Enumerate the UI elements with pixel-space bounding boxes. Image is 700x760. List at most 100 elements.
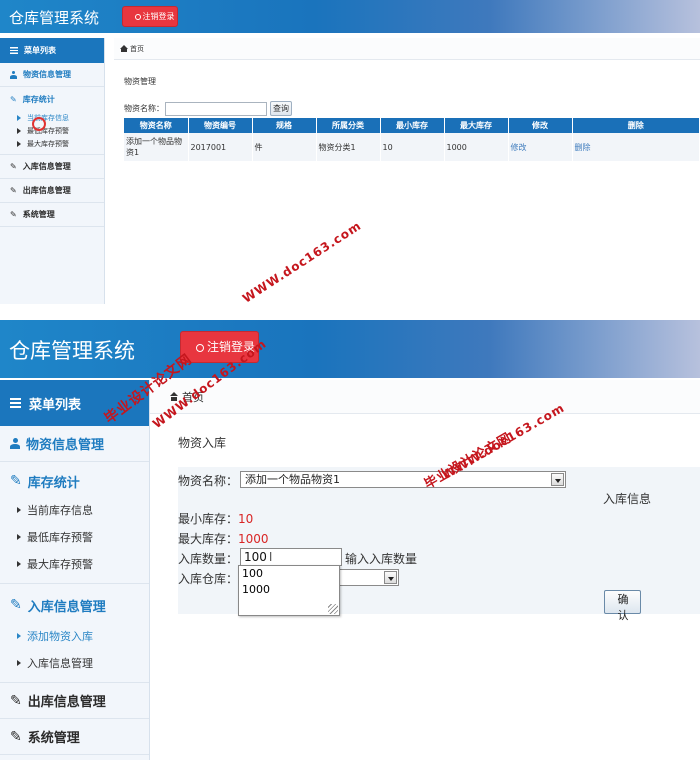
sidebar-item-max-stock-alert[interactable]: 最大库存预警 <box>0 550 149 577</box>
autocomplete-dropdown: 100 1000 <box>238 565 340 616</box>
autocomplete-option[interactable]: 100 <box>239 566 339 582</box>
sidebar-group-inbound: ✎ 入库信息管理 添加物资入库 入库信息管理 <box>0 584 149 683</box>
stock-table: 物资名称 物资编号 规格 所属分类 最小库存 最大库存 修改 删除 添加一个物品… <box>124 118 700 161</box>
col-spec-header: 规格 <box>252 118 317 133</box>
col-delete-header: 删除 <box>572 118 700 133</box>
sidebar-header: 菜单列表 <box>0 38 104 63</box>
sidebar-item-materials[interactable]: 物资信息管理 <box>0 63 104 87</box>
home-icon <box>120 45 128 52</box>
edit-icon: ✎ <box>10 728 22 745</box>
col-category-header: 所属分类 <box>316 118 381 133</box>
table-row: 添加一个物品物资1 2017001 件 物资分类1 10 1000 修改 删除 <box>124 133 700 161</box>
delete-link[interactable]: 删除 <box>572 133 700 161</box>
edit-icon: ✎ <box>10 162 17 171</box>
edit-icon: ✎ <box>10 692 22 709</box>
warehouse-label: 入库仓库： <box>178 572 239 586</box>
sidebar-group-stock: ✎ 库存统计 当前库存信息 最低库存预警 最大库存预警 <box>0 87 104 155</box>
max-stock-value: 1000 <box>238 532 269 546</box>
section-label: 入库信息 <box>603 492 652 506</box>
sidebar-item-inbound[interactable]: ✎ 入库信息管理 <box>0 155 104 179</box>
col-max-header: 最大库存 <box>444 118 509 133</box>
edit-icon: ✎ <box>10 210 17 219</box>
click-indicator <box>32 117 46 131</box>
col-name-header: 物资名称 <box>124 118 189 133</box>
resize-grip-icon[interactable] <box>328 604 338 614</box>
edit-icon: ✎ <box>10 186 17 195</box>
caret-right-icon <box>17 659 21 666</box>
caret-right-icon <box>17 114 21 121</box>
sidebar-item-system[interactable]: ✎ 系统管理 <box>0 203 104 227</box>
user-icon <box>10 70 17 79</box>
breadcrumb: 首页 <box>114 38 700 60</box>
screenshot-stock-list: 仓库管理系统 注销登录 菜单列表 物资信息管理 ✎ 库存统计 当前库存信息 最低库… <box>0 0 700 304</box>
screenshot-divider <box>0 304 700 320</box>
autocomplete-option[interactable]: 1000 <box>239 582 339 598</box>
logout-button[interactable]: 注销登录 <box>122 6 178 27</box>
sidebar-item-outbound[interactable]: ✎ 出库信息管理 <box>0 179 104 203</box>
sidebar-item-materials[interactable]: 物资信息管理 <box>0 426 149 462</box>
list-icon <box>10 398 21 408</box>
max-stock-row: 最大库存：1000 <box>178 532 269 546</box>
top-header: 仓库管理系统 注销登录 <box>0 320 700 378</box>
sidebar-item-inbound-list[interactable]: 入库信息管理 <box>0 649 149 676</box>
cell-spec: 件 <box>252 133 317 161</box>
qty-label: 入库数量： <box>178 552 239 566</box>
top-header: 仓库管理系统 注销登录 <box>0 0 700 33</box>
warehouse-select[interactable] <box>338 569 399 586</box>
list-icon <box>10 47 18 54</box>
cell-name: 添加一个物品物资1 <box>124 133 189 161</box>
chevron-down-icon <box>384 571 397 584</box>
caret-right-icon <box>17 632 21 639</box>
sidebar-item-max-stock-alert[interactable]: 最大库存预警 <box>0 137 104 150</box>
sidebar-item-stock[interactable]: ✎ 库存统计 <box>0 466 149 496</box>
cell-code: 2017001 <box>188 133 253 161</box>
edit-icon: ✎ <box>10 473 22 489</box>
caret-right-icon <box>17 127 21 134</box>
caret-right-icon <box>17 140 21 147</box>
power-icon <box>195 343 204 352</box>
text-cursor-icon: I <box>268 550 273 564</box>
edit-link[interactable]: 修改 <box>508 133 573 161</box>
qty-input[interactable]: 100 I <box>240 548 342 566</box>
sidebar-group-stock: ✎ 库存统计 当前库存信息 最低库存预警 最大库存预警 <box>0 462 149 584</box>
search-label: 物资名称： <box>124 104 164 113</box>
min-stock-value: 10 <box>238 512 254 526</box>
sidebar-item-add-inbound[interactable]: 添加物资入库 <box>0 622 149 649</box>
col-code-header: 物资编号 <box>188 118 253 133</box>
sidebar-item-current-stock[interactable]: 当前库存信息 <box>0 496 149 523</box>
sidebar-item-system[interactable]: ✎ 系统管理 <box>0 719 149 755</box>
app-title: 仓库管理系统 <box>9 9 100 27</box>
search-button[interactable]: 查询 <box>270 101 292 116</box>
page-title: 物资入库 <box>178 436 227 450</box>
confirm-button[interactable]: 确 认 <box>604 590 641 622</box>
chevron-down-icon <box>551 473 564 486</box>
caret-right-icon <box>17 533 21 540</box>
material-select[interactable]: 添加一个物品物资1 <box>240 471 566 488</box>
cell-max: 1000 <box>444 133 509 161</box>
app-title: 仓库管理系统 <box>9 339 135 363</box>
min-stock-row: 最小库存：10 <box>178 512 254 526</box>
caret-right-icon <box>17 560 21 567</box>
sidebar-item-stock[interactable]: ✎ 库存统计 <box>0 87 104 111</box>
sidebar-item-min-stock-alert[interactable]: 最低库存预警 <box>0 124 104 137</box>
sidebar-item-outbound[interactable]: ✎ 出库信息管理 <box>0 683 149 719</box>
page-title: 物资管理 <box>124 77 156 86</box>
sidebar: 菜单列表 物资信息管理 ✎ 库存统计 当前库存信息 最低库存预警 最大库存预警 ✎… <box>0 380 150 760</box>
material-label: 物资名称： <box>178 474 239 488</box>
search-input[interactable] <box>165 101 267 116</box>
edit-icon: ✎ <box>10 94 17 104</box>
cell-min: 10 <box>380 133 445 161</box>
col-min-header: 最小库存 <box>380 118 445 133</box>
col-edit-header: 修改 <box>508 118 573 133</box>
sidebar: 菜单列表 物资信息管理 ✎ 库存统计 当前库存信息 最低库存预警 最大库存预警 ✎… <box>0 38 105 304</box>
sidebar-item-current-stock[interactable]: 当前库存信息 <box>0 111 104 124</box>
edit-icon: ✎ <box>10 597 22 613</box>
cell-category: 物资分类1 <box>316 133 381 161</box>
sidebar-item-min-stock-alert[interactable]: 最低库存预警 <box>0 523 149 550</box>
sidebar-item-inbound[interactable]: ✎ 入库信息管理 <box>0 588 149 622</box>
user-icon <box>10 438 20 449</box>
breadcrumb: 首页 <box>150 380 700 414</box>
search-row: 物资名称： 查询 <box>124 101 292 116</box>
caret-right-icon <box>17 506 21 513</box>
power-icon <box>134 13 141 20</box>
